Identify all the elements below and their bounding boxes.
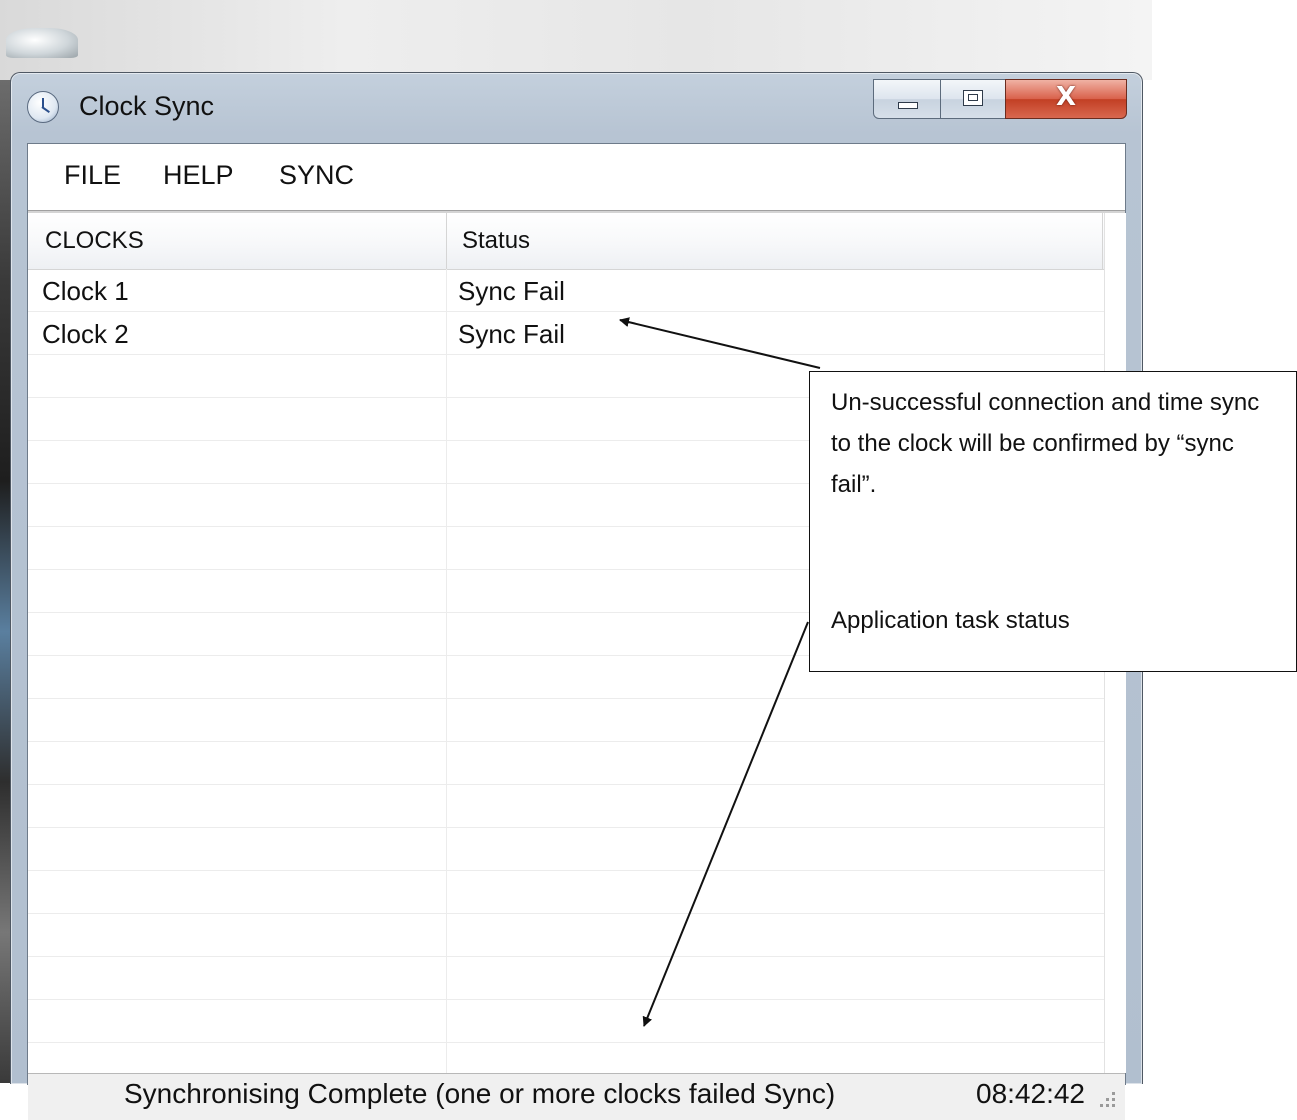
annotation-callout: Un-successful connection and time sync t… [809,371,1297,672]
menu-sync[interactable]: SYNC [279,160,354,191]
clock-name: Clock 2 [42,319,129,349]
empty-row [28,742,1104,785]
clock-icon[interactable] [27,91,59,123]
minimize-icon [898,102,918,109]
annotation-task-label: Application task status [831,607,1070,634]
empty-row [28,828,1104,871]
list-row[interactable]: Clock 2 Sync Fail [28,312,1104,355]
empty-row [28,914,1104,957]
list-row[interactable]: Clock 1 Sync Fail [28,269,1104,312]
clock-name: Clock 1 [42,276,129,306]
annotation-text: Un-successful connection and time sync t… [831,389,1260,498]
status-bar: Synchronising Complete (one or more cloc… [28,1073,1125,1120]
empty-row [28,1000,1104,1043]
menu-bar: FILE HELP SYNC [28,144,1125,211]
desktop-icon [6,28,78,58]
empty-row [28,785,1104,828]
minimize-button[interactable] [873,79,941,119]
column-header-clocks[interactable]: CLOCKS [45,227,144,255]
menu-file[interactable]: FILE [64,160,121,191]
window-title: Clock Sync [79,91,215,121]
menu-help[interactable]: HELP [163,160,234,191]
column-divider[interactable] [1102,213,1103,269]
caption-buttons: X [873,79,1127,119]
empty-row [28,699,1104,742]
list-header: CLOCKS Status [28,213,1104,270]
empty-row [28,871,1104,914]
maximize-icon [963,90,983,106]
close-button[interactable]: X [1005,79,1127,119]
resize-grip-icon[interactable] [1094,1092,1118,1116]
column-divider[interactable] [446,213,447,269]
desktop-background [0,0,1152,80]
clock-status: Sync Fail [458,276,565,306]
maximize-button[interactable] [940,79,1006,119]
column-header-status[interactable]: Status [462,227,530,255]
title-bar[interactable]: Clock Sync X [11,73,1142,139]
close-icon: X [1055,82,1077,112]
empty-row [28,957,1104,1000]
clock-status: Sync Fail [458,319,565,349]
